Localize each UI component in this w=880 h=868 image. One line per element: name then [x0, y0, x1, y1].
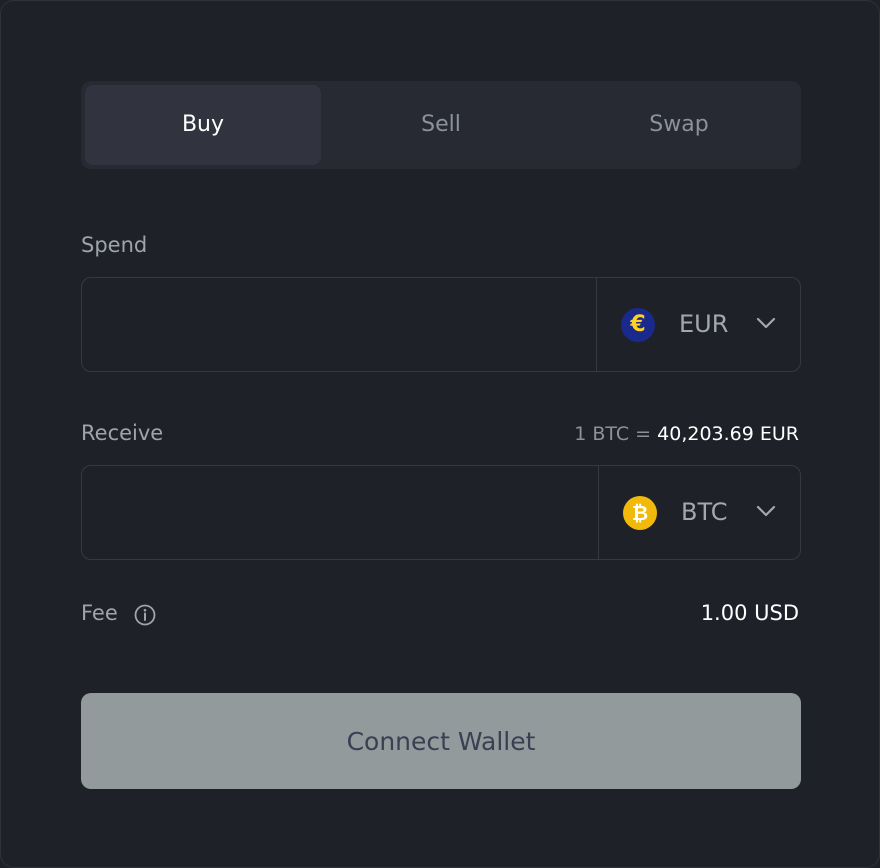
receive-field: ₿ BTC — [81, 465, 801, 560]
tab-sell[interactable]: Sell — [321, 85, 561, 165]
spend-amount-input[interactable] — [82, 278, 596, 371]
receive-amount-input[interactable] — [82, 466, 598, 559]
tab-buy[interactable]: Buy — [85, 85, 321, 165]
exchange-rate: 1 BTC = 40,203.69 EUR — [574, 423, 799, 445]
receive-currency-code: BTC — [681, 498, 728, 526]
chevron-down-icon — [756, 505, 776, 517]
connect-wallet-button[interactable]: Connect Wallet — [81, 693, 801, 789]
exchange-rate-value: 40,203.69 EUR — [657, 423, 799, 445]
info-icon[interactable] — [134, 604, 156, 626]
spend-currency-select[interactable]: € EUR — [597, 278, 800, 371]
bitcoin-coin-icon: ₿ — [623, 496, 657, 530]
spend-label: Spend — [81, 233, 148, 257]
receive-currency-select[interactable]: ₿ BTC — [599, 466, 800, 559]
euro-coin-icon: € — [621, 308, 655, 342]
trade-panel: Buy Sell Swap Spend € EUR Receive 1 BTC … — [0, 0, 880, 868]
fee-value: 1.00 USD — [700, 601, 799, 625]
trade-tabs: Buy Sell Swap — [81, 81, 801, 169]
exchange-rate-prefix: 1 BTC = — [574, 423, 652, 445]
spend-currency-code: EUR — [679, 310, 729, 338]
receive-label: Receive — [81, 421, 164, 445]
tab-swap[interactable]: Swap — [561, 85, 797, 165]
fee-label: Fee — [81, 601, 118, 625]
spend-field: € EUR — [81, 277, 801, 372]
chevron-down-icon — [756, 317, 776, 329]
